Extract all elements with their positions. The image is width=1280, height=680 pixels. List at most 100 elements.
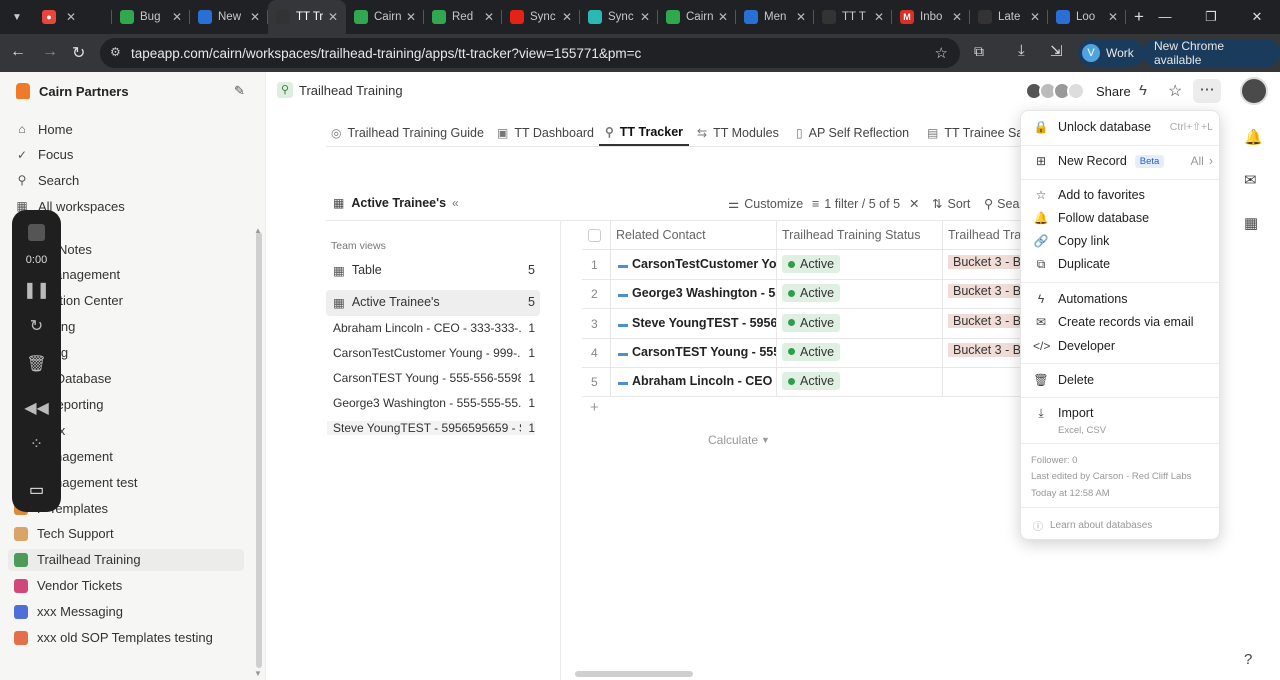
tab-close-icon[interactable]: ✕: [952, 10, 962, 24]
copy-link-item[interactable]: 🔗 Copy link: [1033, 231, 1213, 251]
restore-icon[interactable]: ❐: [1188, 0, 1234, 34]
trash-icon[interactable]: 🗑: [12, 354, 61, 374]
calendar-icon[interactable]: ▦: [1244, 214, 1258, 232]
app-tab[interactable]: ▤ TT Trainee Sale: [927, 120, 1020, 146]
browser-tab[interactable]: Cairn ✕: [346, 0, 424, 34]
select-all-checkbox[interactable]: [588, 229, 601, 242]
delete-item[interactable]: 🗑 Delete: [1033, 370, 1213, 390]
app-tab[interactable]: ▯ AP Self Reflection: [796, 120, 909, 146]
create-records-via-email-item[interactable]: ✉ Create records via email: [1033, 312, 1213, 332]
automations-item[interactable]: ϟ Automations: [1033, 289, 1213, 309]
app-tab[interactable]: ⚲ TT Tracker: [599, 120, 690, 146]
related-contact-cell[interactable]: ▬ George3 Washington - 555: [618, 286, 776, 300]
camera-icon[interactable]: ▭: [12, 480, 61, 500]
related-contact-cell[interactable]: ▬ Abraham Lincoln - CEO - 33: [618, 374, 776, 388]
bucket-cell[interactable]: Bucket 3 - Ba: [948, 255, 1020, 269]
scroll-down-icon[interactable]: ▼: [254, 669, 262, 678]
horizontal-scrollbar[interactable]: [575, 671, 693, 677]
add-row-icon[interactable]: +: [590, 399, 599, 416]
tab-close-icon[interactable]: ✕: [484, 10, 494, 24]
column-header[interactable]: Trailhead Trai: [948, 228, 1024, 242]
browser-tab[interactable]: Late ✕: [970, 0, 1048, 34]
browser-tab[interactable]: Sync ✕: [502, 0, 580, 34]
tab-close-icon[interactable]: ✕: [1108, 10, 1118, 24]
rewind-icon[interactable]: ◀◀: [12, 398, 61, 418]
member-avatars[interactable]: [1025, 82, 1085, 100]
url-text[interactable]: tapeapp.com/cairn/workspaces/trailhead-t…: [131, 46, 641, 61]
extensions-icon[interactable]: ⧉: [974, 43, 984, 60]
help-icon[interactable]: ?: [1244, 651, 1252, 668]
group-item[interactable]: CarsonTestCustomer Young - 999-... 1: [333, 346, 535, 360]
browser-tab[interactable]: TT Tr ✕: [268, 0, 346, 34]
import-item[interactable]: ⤓ Import: [1033, 403, 1213, 423]
browser-tab[interactable]: Loo ✕: [1048, 0, 1126, 34]
sidebar-workspace-item[interactable]: Tech Support: [14, 523, 114, 545]
tab-close-icon[interactable]: ✕: [328, 10, 338, 24]
follow-database-item[interactable]: 🔔 Follow database: [1033, 208, 1213, 228]
sidebar-workspace-item[interactable]: Trailhead Training: [8, 548, 244, 571]
omnibox[interactable]: ⚙ tapeapp.com/cairn/workspaces/trailhead…: [100, 38, 960, 68]
column-header[interactable]: Related Contact: [616, 228, 776, 242]
org-header[interactable]: Cairn Partners: [16, 83, 129, 99]
tab-search-icon[interactable]: ▼: [0, 0, 34, 34]
status-cell[interactable]: Active: [782, 284, 841, 303]
close-window-icon[interactable]: ✕: [1234, 0, 1280, 34]
tab-close-icon[interactable]: ✕: [406, 10, 416, 24]
calculate-button[interactable]: Calculate ▼: [708, 433, 770, 447]
view-item[interactable]: ▦ Table 5: [333, 263, 535, 278]
grid-icon[interactable]: ⁘: [12, 434, 61, 454]
filter-button[interactable]: ≡ 1 filter / 5 of 5 ✕: [812, 196, 920, 212]
minimize-icon[interactable]: —: [1142, 0, 1188, 34]
compose-icon[interactable]: ✎: [234, 83, 245, 99]
browser-tab[interactable]: Red ✕: [424, 0, 502, 34]
update-chrome-button[interactable]: New Chrome available: [1142, 39, 1280, 67]
browser-tab[interactable]: Cairn ✕: [658, 0, 736, 34]
tab-close-icon[interactable]: ✕: [718, 10, 728, 24]
sort-button[interactable]: ⇅ Sort: [932, 196, 970, 212]
sidebar-scrollbar[interactable]: [256, 232, 262, 668]
sidebar-workspace-item[interactable]: xxx old SOP Templates testing: [14, 627, 213, 649]
favorite-star-icon[interactable]: ☆: [1168, 81, 1182, 101]
tab-close-icon[interactable]: ✕: [172, 10, 182, 24]
share-button[interactable]: Share: [1096, 84, 1131, 99]
bucket-cell[interactable]: Bucket 3 - Ba: [948, 284, 1020, 299]
new-record-item[interactable]: ⊞ New Record Beta All ›: [1033, 151, 1213, 171]
site-info-icon[interactable]: ⚙: [110, 45, 121, 59]
automation-bolt-icon[interactable]: ϟ: [1139, 82, 1147, 99]
stop-icon[interactable]: [28, 224, 45, 241]
sidebar-nav-item[interactable]: ⌂ Home: [14, 118, 72, 140]
browser-tab[interactable]: ● ✕: [34, 0, 112, 34]
notifications-bell-icon[interactable]: 🔔: [1244, 128, 1263, 146]
group-item[interactable]: CarsonTEST Young - 555-556-5598 ... 1: [333, 371, 535, 385]
collapse-panel-icon[interactable]: «: [452, 196, 459, 210]
related-contact-cell[interactable]: ▬ Steve YoungTEST - 5956595: [618, 316, 776, 330]
clear-filter-icon[interactable]: ✕: [909, 196, 919, 211]
browser-tab[interactable]: New ✕: [190, 0, 268, 34]
tab-close-icon[interactable]: ✕: [796, 10, 806, 24]
app-tab[interactable]: ◎ Trailhead Training Guide: [331, 120, 484, 146]
bucket-cell[interactable]: Bucket 3 - Ba: [948, 342, 1020, 357]
inbox-mail-icon[interactable]: ✉: [1244, 171, 1257, 189]
browser-tab[interactable]: M Inbo ✕: [892, 0, 970, 34]
add-to-favorites-item[interactable]: ☆ Add to favorites: [1033, 185, 1213, 205]
app-tab[interactable]: ⇆ TT Modules: [697, 120, 779, 146]
profile-button[interactable]: V Work: [1078, 39, 1144, 67]
unlock-database-item[interactable]: 🔒 Unlock database Ctrl+⇧+L: [1033, 117, 1213, 137]
column-header[interactable]: Trailhead Training Status: [782, 228, 942, 242]
related-contact-cell[interactable]: ▬ CarsonTestCustomer Young: [618, 257, 776, 271]
related-contact-cell[interactable]: ▬ CarsonTEST Young - 555-55: [618, 345, 776, 359]
sidebar-workspace-item[interactable]: xxx Messaging: [14, 601, 123, 623]
bookmark-star-icon[interactable]: ☆: [935, 44, 948, 62]
reload-icon[interactable]: ↻: [72, 43, 85, 63]
forward-icon[interactable]: →: [42, 43, 58, 61]
browser-tab[interactable]: Men ✕: [736, 0, 814, 34]
view-header[interactable]: ▦ Active Trainee's «: [333, 196, 459, 210]
customize-button[interactable]: ⚌ Customize: [728, 196, 803, 212]
app-breadcrumb[interactable]: ⚲ Trailhead Training: [277, 82, 403, 98]
bucket-cell[interactable]: Bucket 3 - Ba: [948, 313, 1020, 328]
view-item[interactable]: ▦ Active Trainee's 5: [333, 295, 535, 310]
sidebar-workspace-item[interactable]: Vendor Tickets: [14, 575, 122, 597]
status-cell[interactable]: Active: [782, 313, 841, 332]
browser-tab[interactable]: Bug ✕: [112, 0, 190, 34]
tab-close-icon[interactable]: ✕: [250, 10, 260, 24]
